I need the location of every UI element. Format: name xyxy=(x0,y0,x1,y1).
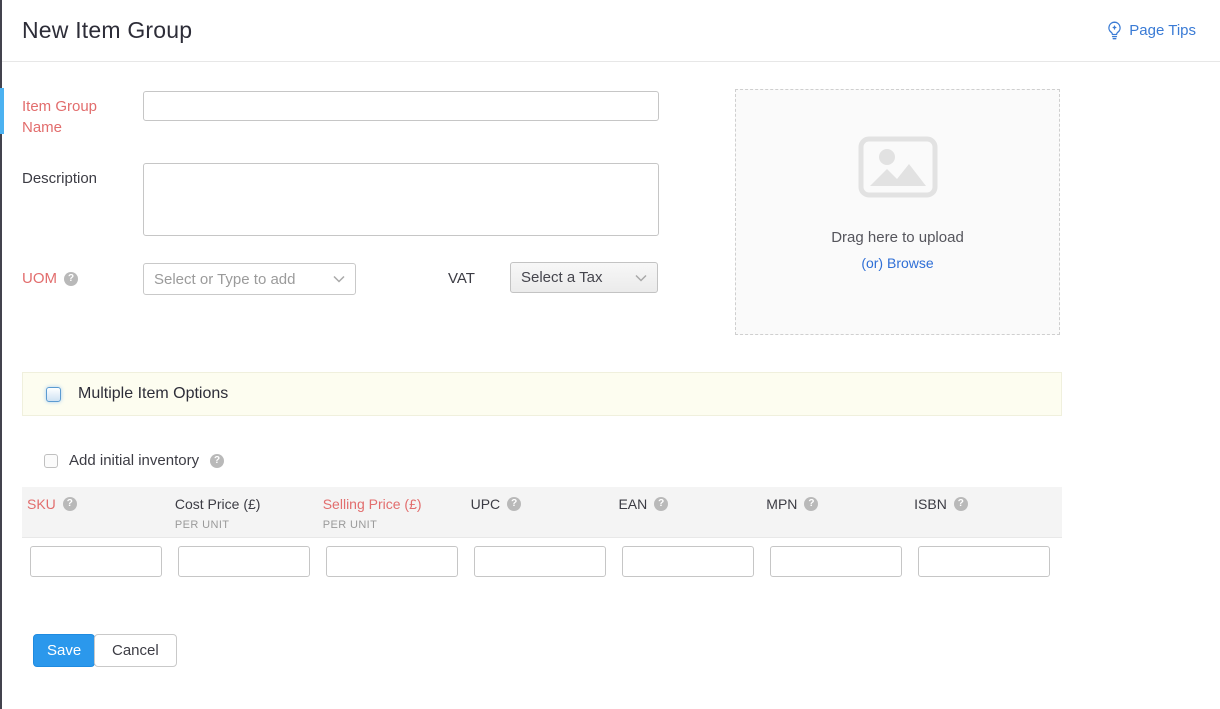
description-textarea[interactable] xyxy=(143,163,659,236)
column-label: Selling Price (£) xyxy=(323,496,422,512)
table-cell-input[interactable] xyxy=(178,546,310,577)
item-table-header-row: SKU?Cost Price (£)PER UNITSelling Price … xyxy=(22,487,1062,538)
uom-label-text: UOM xyxy=(22,270,57,287)
add-initial-inventory-row: Add initial inventory ? xyxy=(44,452,224,469)
item-table-input-row xyxy=(22,540,1062,577)
lightbulb-icon xyxy=(1106,21,1123,41)
uom-placeholder: Select or Type to add xyxy=(154,271,295,288)
or-text: (or) xyxy=(861,255,883,271)
vat-selected-value: Select a Tax xyxy=(521,269,602,286)
left-scrollbar-thumb[interactable] xyxy=(0,88,4,134)
help-icon[interactable]: ? xyxy=(63,497,77,511)
add-initial-inventory-label: Add initial inventory xyxy=(69,452,199,469)
table-cell-input[interactable] xyxy=(326,546,458,577)
page-title: New Item Group xyxy=(22,17,192,44)
help-icon[interactable]: ? xyxy=(64,272,78,286)
image-icon xyxy=(858,136,938,203)
table-cell-input[interactable] xyxy=(474,546,606,577)
chevron-down-icon xyxy=(635,274,647,282)
image-upload-dropzone[interactable]: Drag here to upload (or) Browse xyxy=(735,89,1060,335)
table-column-header: UPC? xyxy=(471,496,619,537)
add-initial-inventory-checkbox[interactable] xyxy=(44,454,58,468)
item-group-name-label: Item Group Name xyxy=(22,96,114,138)
table-column-header: MPN? xyxy=(766,496,914,537)
table-column-header: Cost Price (£) PER UNIT xyxy=(175,496,323,537)
page-header: New Item Group Page Tips xyxy=(0,0,1220,62)
help-icon[interactable]: ? xyxy=(954,497,968,511)
column-label: EAN xyxy=(618,496,647,512)
new-item-group-page: New Item Group Page Tips Item Group Name… xyxy=(0,0,1220,709)
column-label: ISBN xyxy=(914,496,947,512)
table-column-header: ISBN? xyxy=(914,496,1062,537)
save-button[interactable]: Save xyxy=(33,634,95,667)
table-column-header: Selling Price (£) PER UNIT xyxy=(323,496,471,537)
description-label: Description xyxy=(22,170,97,187)
multiple-item-options-label: Multiple Item Options xyxy=(78,385,228,403)
help-icon[interactable]: ? xyxy=(654,497,668,511)
column-label: UPC xyxy=(471,496,501,512)
help-icon[interactable]: ? xyxy=(804,497,818,511)
column-label: SKU xyxy=(27,496,56,512)
cancel-button[interactable]: Cancel xyxy=(94,634,177,667)
vat-select[interactable]: Select a Tax xyxy=(510,262,658,293)
browse-link[interactable]: Browse xyxy=(887,255,934,271)
item-group-name-input[interactable] xyxy=(143,91,659,121)
table-cell-input[interactable] xyxy=(918,546,1050,577)
help-icon[interactable]: ? xyxy=(210,454,224,468)
page-tips-link[interactable]: Page Tips xyxy=(1106,21,1196,41)
drag-upload-text: Drag here to upload xyxy=(831,229,964,246)
uom-label: UOM ? xyxy=(22,270,78,287)
table-column-header: EAN? xyxy=(618,496,766,537)
table-cell-input[interactable] xyxy=(770,546,902,577)
uom-dropdown[interactable]: Select or Type to add xyxy=(143,263,356,295)
column-label: Cost Price (£) xyxy=(175,496,261,512)
column-label: MPN xyxy=(766,496,797,512)
column-sublabel: PER UNIT xyxy=(323,519,471,531)
table-cell-input[interactable] xyxy=(622,546,754,577)
multiple-item-options-checkbox[interactable] xyxy=(46,387,61,402)
vat-label: VAT xyxy=(448,270,475,287)
table-column-header: SKU? xyxy=(27,496,175,537)
column-sublabel: PER UNIT xyxy=(175,519,323,531)
table-cell-input[interactable] xyxy=(30,546,162,577)
help-icon[interactable]: ? xyxy=(507,497,521,511)
page-tips-label: Page Tips xyxy=(1129,22,1196,39)
chevron-down-icon xyxy=(333,275,345,283)
multiple-item-options-section: Multiple Item Options xyxy=(22,372,1062,416)
